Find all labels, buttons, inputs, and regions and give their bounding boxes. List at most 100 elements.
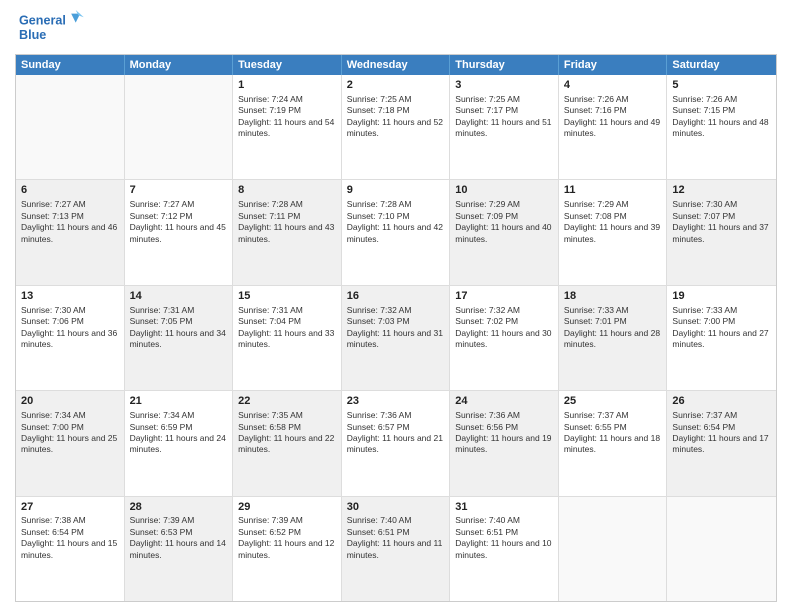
cell-daylight: Daylight: 11 hours and 21 minutes. [347, 433, 445, 456]
cell-daylight: Daylight: 11 hours and 39 minutes. [564, 222, 662, 245]
cell-sunset: Sunset: 6:59 PM [130, 422, 228, 433]
cell-sunrise: Sunrise: 7:40 AM [347, 515, 445, 526]
cell-sunrise: Sunrise: 7:36 AM [347, 410, 445, 421]
cell-sunrise: Sunrise: 7:30 AM [672, 199, 771, 210]
cell-sunset: Sunset: 7:11 PM [238, 211, 336, 222]
cell-daylight: Daylight: 11 hours and 49 minutes. [564, 117, 662, 140]
calendar-cell-3-5: 25Sunrise: 7:37 AMSunset: 6:55 PMDayligh… [559, 391, 668, 495]
cell-sunrise: Sunrise: 7:29 AM [564, 199, 662, 210]
cell-sunrise: Sunrise: 7:31 AM [238, 305, 336, 316]
cell-sunrise: Sunrise: 7:31 AM [130, 305, 228, 316]
cell-sunset: Sunset: 6:56 PM [455, 422, 553, 433]
day-number: 15 [238, 289, 336, 304]
calendar-body: 1Sunrise: 7:24 AMSunset: 7:19 PMDaylight… [16, 75, 776, 601]
header-day-monday: Monday [125, 55, 234, 75]
day-number: 23 [347, 394, 445, 409]
cell-sunset: Sunset: 7:00 PM [672, 316, 771, 327]
day-number: 31 [455, 500, 553, 515]
header-day-friday: Friday [559, 55, 668, 75]
day-number: 13 [21, 289, 119, 304]
cell-daylight: Daylight: 11 hours and 22 minutes. [238, 433, 336, 456]
calendar-row-1: 6Sunrise: 7:27 AMSunset: 7:13 PMDaylight… [16, 180, 776, 285]
calendar: SundayMondayTuesdayWednesdayThursdayFrid… [15, 54, 777, 602]
calendar-cell-3-1: 21Sunrise: 7:34 AMSunset: 6:59 PMDayligh… [125, 391, 234, 495]
calendar-cell-0-6: 5Sunrise: 7:26 AMSunset: 7:15 PMDaylight… [667, 75, 776, 179]
day-number: 22 [238, 394, 336, 409]
cell-sunset: Sunset: 7:13 PM [21, 211, 119, 222]
cell-sunrise: Sunrise: 7:27 AM [130, 199, 228, 210]
cell-sunrise: Sunrise: 7:26 AM [564, 94, 662, 105]
calendar-row-2: 13Sunrise: 7:30 AMSunset: 7:06 PM Dayligh… [16, 286, 776, 391]
cell-sunrise: Sunrise: 7:39 AM [238, 515, 336, 526]
cell-sunrise: Sunrise: 7:37 AM [564, 410, 662, 421]
cell-sunrise: Sunrise: 7:33 AM [672, 305, 771, 316]
cell-daylight: Daylight: 11 hours and 42 minutes. [347, 222, 445, 245]
day-number: 30 [347, 500, 445, 515]
svg-text:General: General [19, 13, 66, 27]
cell-sunrise: Sunrise: 7:25 AM [347, 94, 445, 105]
cell-sunset: Sunset: 7:06 PM [21, 316, 119, 327]
calendar-row-0: 1Sunrise: 7:24 AMSunset: 7:19 PMDaylight… [16, 75, 776, 180]
cell-sunset: Sunset: 7:12 PM [130, 211, 228, 222]
calendar-cell-4-3: 30Sunrise: 7:40 AMSunset: 6:51 PMDayligh… [342, 497, 451, 601]
cell-daylight: Daylight: 11 hours and 25 minutes. [21, 433, 119, 456]
cell-sunset: Sunset: 7:03 PM [347, 316, 445, 327]
cell-daylight: Daylight: 11 hours and 24 minutes. [130, 433, 228, 456]
cell-daylight: Daylight: 11 hours and 48 minutes. [672, 117, 771, 140]
cell-daylight: Daylight: 11 hours and 30 minutes. [455, 328, 553, 351]
cell-daylight: Daylight: 11 hours and 54 minutes. [238, 117, 336, 140]
cell-daylight: Daylight: 11 hours and 31 minutes. [347, 328, 445, 351]
day-number: 18 [564, 289, 662, 304]
calendar-cell-2-3: 16Sunrise: 7:32 AMSunset: 7:03 PMDayligh… [342, 286, 451, 390]
day-number: 9 [347, 183, 445, 198]
cell-sunset: Sunset: 6:52 PM [238, 527, 336, 538]
cell-daylight: Daylight: 11 hours and 27 minutes. [672, 328, 771, 351]
day-number: 14 [130, 289, 228, 304]
cell-sunset: Sunset: 7:04 PM [238, 316, 336, 327]
day-number: 28 [130, 500, 228, 515]
day-number: 25 [564, 394, 662, 409]
cell-sunset: Sunset: 7:01 PM [564, 316, 662, 327]
cell-daylight: Daylight: 11 hours and 14 minutes. [130, 538, 228, 561]
calendar-cell-2-1: 14Sunrise: 7:31 AMSunset: 7:05 PMDayligh… [125, 286, 234, 390]
cell-sunrise: Sunrise: 7:40 AM [455, 515, 553, 526]
cell-daylight: Daylight: 11 hours and 18 minutes. [564, 433, 662, 456]
cell-sunset: Sunset: 6:53 PM [130, 527, 228, 538]
calendar-row-3: 20Sunrise: 7:34 AMSunset: 7:00 PMDayligh… [16, 391, 776, 496]
logo-icon: GeneralBlue [15, 10, 95, 46]
cell-sunset: Sunset: 6:58 PM [238, 422, 336, 433]
cell-sunset: Sunset: 7:17 PM [455, 105, 553, 116]
cell-sunrise: Sunrise: 7:33 AM [564, 305, 662, 316]
cell-daylight: Daylight: 11 hours and 10 minutes. [455, 538, 553, 561]
calendar-cell-4-1: 28Sunrise: 7:39 AMSunset: 6:53 PMDayligh… [125, 497, 234, 601]
cell-sunrise: Sunrise: 7:29 AM [455, 199, 553, 210]
cell-daylight: Daylight: 11 hours and 34 minutes. [130, 328, 228, 351]
cell-sunrise: Sunrise: 7:35 AM [238, 410, 336, 421]
cell-sunrise: Sunrise: 7:27 AM [21, 199, 119, 210]
cell-sunset: Sunset: 7:09 PM [455, 211, 553, 222]
calendar-cell-0-5: 4Sunrise: 7:26 AMSunset: 7:16 PMDaylight… [559, 75, 668, 179]
day-number: 8 [238, 183, 336, 198]
calendar-cell-1-5: 11Sunrise: 7:29 AMSunset: 7:08 PMDayligh… [559, 180, 668, 284]
day-number: 3 [455, 78, 553, 93]
cell-daylight: Daylight: 11 hours and 40 minutes. [455, 222, 553, 245]
cell-daylight: Daylight: 11 hours and 17 minutes. [672, 433, 771, 456]
calendar-cell-4-2: 29Sunrise: 7:39 AMSunset: 6:52 PMDayligh… [233, 497, 342, 601]
cell-sunrise: Sunrise: 7:30 AM [21, 305, 119, 316]
calendar-cell-2-5: 18Sunrise: 7:33 AMSunset: 7:01 PMDayligh… [559, 286, 668, 390]
cell-sunrise: Sunrise: 7:32 AM [455, 305, 553, 316]
cell-daylight: Daylight: 11 hours and 33 minutes. [238, 328, 336, 351]
header-day-tuesday: Tuesday [233, 55, 342, 75]
calendar-cell-1-1: 7Sunrise: 7:27 AMSunset: 7:12 PMDaylight… [125, 180, 234, 284]
header-day-saturday: Saturday [667, 55, 776, 75]
calendar-cell-1-4: 10Sunrise: 7:29 AMSunset: 7:09 PMDayligh… [450, 180, 559, 284]
cell-daylight: Daylight: 11 hours and 28 minutes. [564, 328, 662, 351]
cell-sunrise: Sunrise: 7:34 AM [130, 410, 228, 421]
calendar-cell-3-4: 24Sunrise: 7:36 AMSunset: 6:56 PMDayligh… [450, 391, 559, 495]
cell-sunset: Sunset: 7:05 PM [130, 316, 228, 327]
calendar-cell-0-1 [125, 75, 234, 179]
cell-daylight: Daylight: 11 hours and 45 minutes. [130, 222, 228, 245]
cell-sunset: Sunset: 7:10 PM [347, 211, 445, 222]
cell-sunrise: Sunrise: 7:26 AM [672, 94, 771, 105]
calendar-cell-4-0: 27Sunrise: 7:38 AMSunset: 6:54 PMDayligh… [16, 497, 125, 601]
